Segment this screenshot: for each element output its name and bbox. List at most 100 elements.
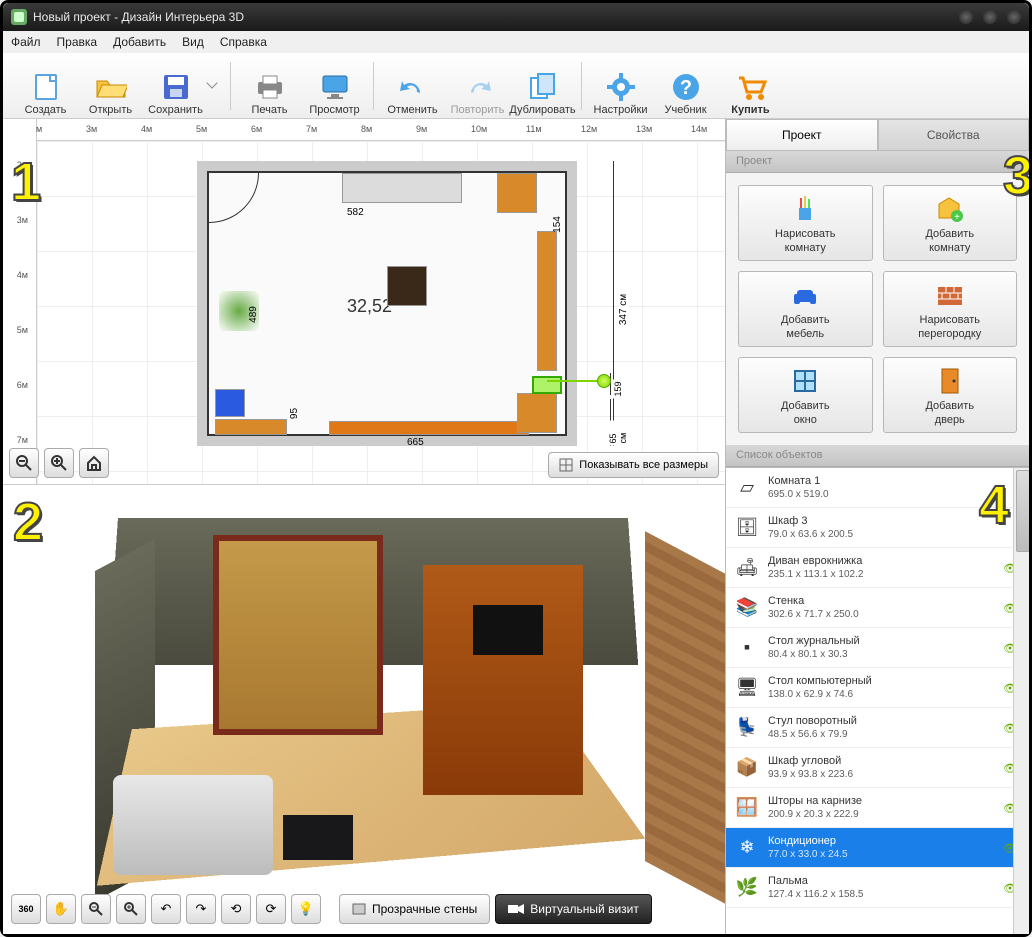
view2d-controls: [9, 448, 109, 478]
open-button[interactable]: Открыть: [78, 56, 143, 116]
right-panel: Проект Свойства Проект Нарисоватькомнату…: [725, 119, 1029, 934]
object-dims: 200.9 x 20.3 x 222.9: [768, 808, 1003, 821]
camera-icon: [508, 903, 524, 915]
tilt-up-button[interactable]: ⟳: [256, 894, 286, 924]
plan-ac-selected[interactable]: [532, 376, 562, 394]
menu-view[interactable]: Вид: [182, 35, 204, 49]
close-button[interactable]: [1007, 10, 1021, 24]
home-button[interactable]: [79, 448, 109, 478]
add-door-button[interactable]: Добавитьдверь: [883, 357, 1018, 433]
maximize-button[interactable]: [983, 10, 997, 24]
print-button[interactable]: Печать: [237, 56, 302, 116]
tab-properties[interactable]: Свойства: [878, 119, 1030, 150]
help-button[interactable]: ? Учебник: [653, 56, 718, 116]
list-item[interactable]: 🪟Шторы на карнизе200.9 x 20.3 x 222.9👁: [726, 788, 1029, 828]
save-button[interactable]: Сохранить: [143, 56, 208, 116]
list-item[interactable]: 💺Стул поворотный48.5 x 56.6 x 79.9👁: [726, 708, 1029, 748]
menu-file[interactable]: Файл: [11, 35, 41, 49]
object-name: Стенка: [768, 594, 1003, 608]
pan-button[interactable]: ✋: [46, 894, 76, 924]
object-name: Кондиционер: [768, 834, 1003, 848]
rotate-right-button[interactable]: ↷: [186, 894, 216, 924]
dim-label: 154: [552, 216, 563, 233]
list-item[interactable]: 🖥Стол компьютерный138.0 x 62.9 x 74.6👁: [726, 668, 1029, 708]
object-thumb-icon: 🗄: [734, 515, 760, 541]
zoom-in-button[interactable]: [44, 448, 74, 478]
zoom-out-3d-button[interactable]: [81, 894, 111, 924]
menu-add[interactable]: Добавить: [113, 35, 166, 49]
window-icon: [789, 367, 821, 395]
rotate-left-button[interactable]: ↶: [151, 894, 181, 924]
rotate-360-button[interactable]: 360: [11, 894, 41, 924]
duplicate-button[interactable]: Дублировать: [510, 56, 575, 116]
object-dims: 695.0 x 519.0: [768, 488, 1021, 501]
plan-chair[interactable]: [215, 389, 245, 417]
plan-wall-unit[interactable]: [537, 231, 557, 371]
list-item[interactable]: 🌿Пальма127.4 x 116.2 x 158.5👁: [726, 868, 1029, 908]
menu-help[interactable]: Справка: [220, 35, 267, 49]
transparent-walls-button[interactable]: Прозрачные стены: [339, 894, 490, 924]
list-item[interactable]: ▪Стол журнальный80.4 x 80.1 x 30.3👁: [726, 628, 1029, 668]
zoom-in-3d-button[interactable]: [116, 894, 146, 924]
plan-shelf[interactable]: [329, 421, 529, 435]
add-room-button[interactable]: + Добавитькомнату: [883, 185, 1018, 261]
light-button[interactable]: 💡: [291, 894, 321, 924]
tilt-down-button[interactable]: ⟲: [221, 894, 251, 924]
create-button[interactable]: Создать: [13, 56, 78, 116]
undo-button[interactable]: Отменить: [380, 56, 445, 116]
save-dropdown[interactable]: [206, 77, 217, 88]
draw-partition-button[interactable]: Нарисоватьперегородку: [883, 271, 1018, 347]
scene-3d[interactable]: [53, 495, 715, 884]
redo-label: Повторить: [451, 104, 505, 116]
zoom-out-button[interactable]: [9, 448, 39, 478]
cart-icon: [733, 70, 769, 104]
draw-room-button[interactable]: Нарисоватькомнату: [738, 185, 873, 261]
list-item[interactable]: 🛋Диван еврокнижка235.1 x 113.1 x 102.2👁: [726, 548, 1029, 588]
list-item[interactable]: 🗄Шкаф 379.0 x 63.6 x 200.5: [726, 508, 1029, 548]
plan-desk[interactable]: [215, 419, 287, 435]
object-dims: 80.4 x 80.1 x 30.3: [768, 648, 1003, 661]
object-dims: 302.6 x 71.7 x 250.0: [768, 608, 1003, 621]
object-thumb-icon: 🖥: [734, 675, 760, 701]
plan-corner[interactable]: [517, 393, 557, 433]
ruler-vertical: 2м 3м 4м 5м 6м 7м: [3, 119, 37, 484]
canvas-2d[interactable]: 32,52 582 154: [37, 141, 725, 484]
undo-label: Отменить: [387, 104, 437, 116]
preview-button[interactable]: Просмотр: [302, 56, 367, 116]
menubar: Файл Правка Добавить Вид Справка: [3, 31, 1029, 53]
view-2d[interactable]: 2м 3м 4м 5м 6м 7м м 3м 4м 5м 6м 7м 8м 9м…: [3, 119, 725, 484]
object-list[interactable]: 4 ▱Комната 1695.0 x 519.0🗄Шкаф 379.0 x 6…: [726, 467, 1029, 934]
tab-project[interactable]: Проект: [726, 119, 878, 150]
undo-icon: [395, 70, 431, 104]
object-dims: 127.4 x 116.2 x 158.5: [768, 888, 1003, 901]
list-item[interactable]: ▱Комната 1695.0 x 519.0: [726, 468, 1029, 508]
add-window-button[interactable]: Добавитьокно: [738, 357, 873, 433]
action-grid: Нарисоватькомнату + Добавитькомнату Доба…: [726, 173, 1029, 445]
object-thumb-icon: 📚: [734, 595, 760, 621]
list-item[interactable]: ❄Кондиционер77.0 x 33.0 x 24.5👁: [726, 828, 1029, 868]
show-dimensions-button[interactable]: Показывать все размеры: [548, 452, 719, 478]
armchair-icon: [789, 281, 821, 309]
menu-edit[interactable]: Правка: [57, 35, 98, 49]
object-name: Стол компьютерный: [768, 674, 1003, 688]
plan-sofa[interactable]: [342, 173, 462, 203]
view-3d[interactable]: 360 ✋ ↶ ↷ ⟲ ⟳ 💡 Прозрачные стены Виртуал…: [3, 484, 725, 934]
plan-wardrobe[interactable]: [497, 173, 537, 213]
redo-button[interactable]: Повторить: [445, 56, 510, 116]
plan-table[interactable]: [387, 266, 427, 306]
selection-handle[interactable]: [597, 374, 611, 388]
app-icon: [11, 9, 27, 25]
buy-button[interactable]: Купить: [718, 56, 783, 116]
redo-icon: [460, 70, 496, 104]
list-item[interactable]: 📚Стенка302.6 x 71.7 x 250.0👁: [726, 588, 1029, 628]
minimize-button[interactable]: [959, 10, 973, 24]
object-name: Стул поворотный: [768, 714, 1003, 728]
object-thumb-icon: 📦: [734, 755, 760, 781]
virtual-visit-button[interactable]: Виртуальный визит: [495, 894, 652, 924]
view3d-toolbar: 360 ✋ ↶ ↷ ⟲ ⟳ 💡 Прозрачные стены Виртуал…: [11, 892, 717, 926]
list-item[interactable]: 📦Шкаф угловой93.9 x 93.8 x 223.6👁: [726, 748, 1029, 788]
room-area-label: 32,52: [347, 296, 392, 317]
settings-button[interactable]: Настройки: [588, 56, 653, 116]
object-thumb-icon: 💺: [734, 715, 760, 741]
add-furniture-button[interactable]: Добавитьмебель: [738, 271, 873, 347]
